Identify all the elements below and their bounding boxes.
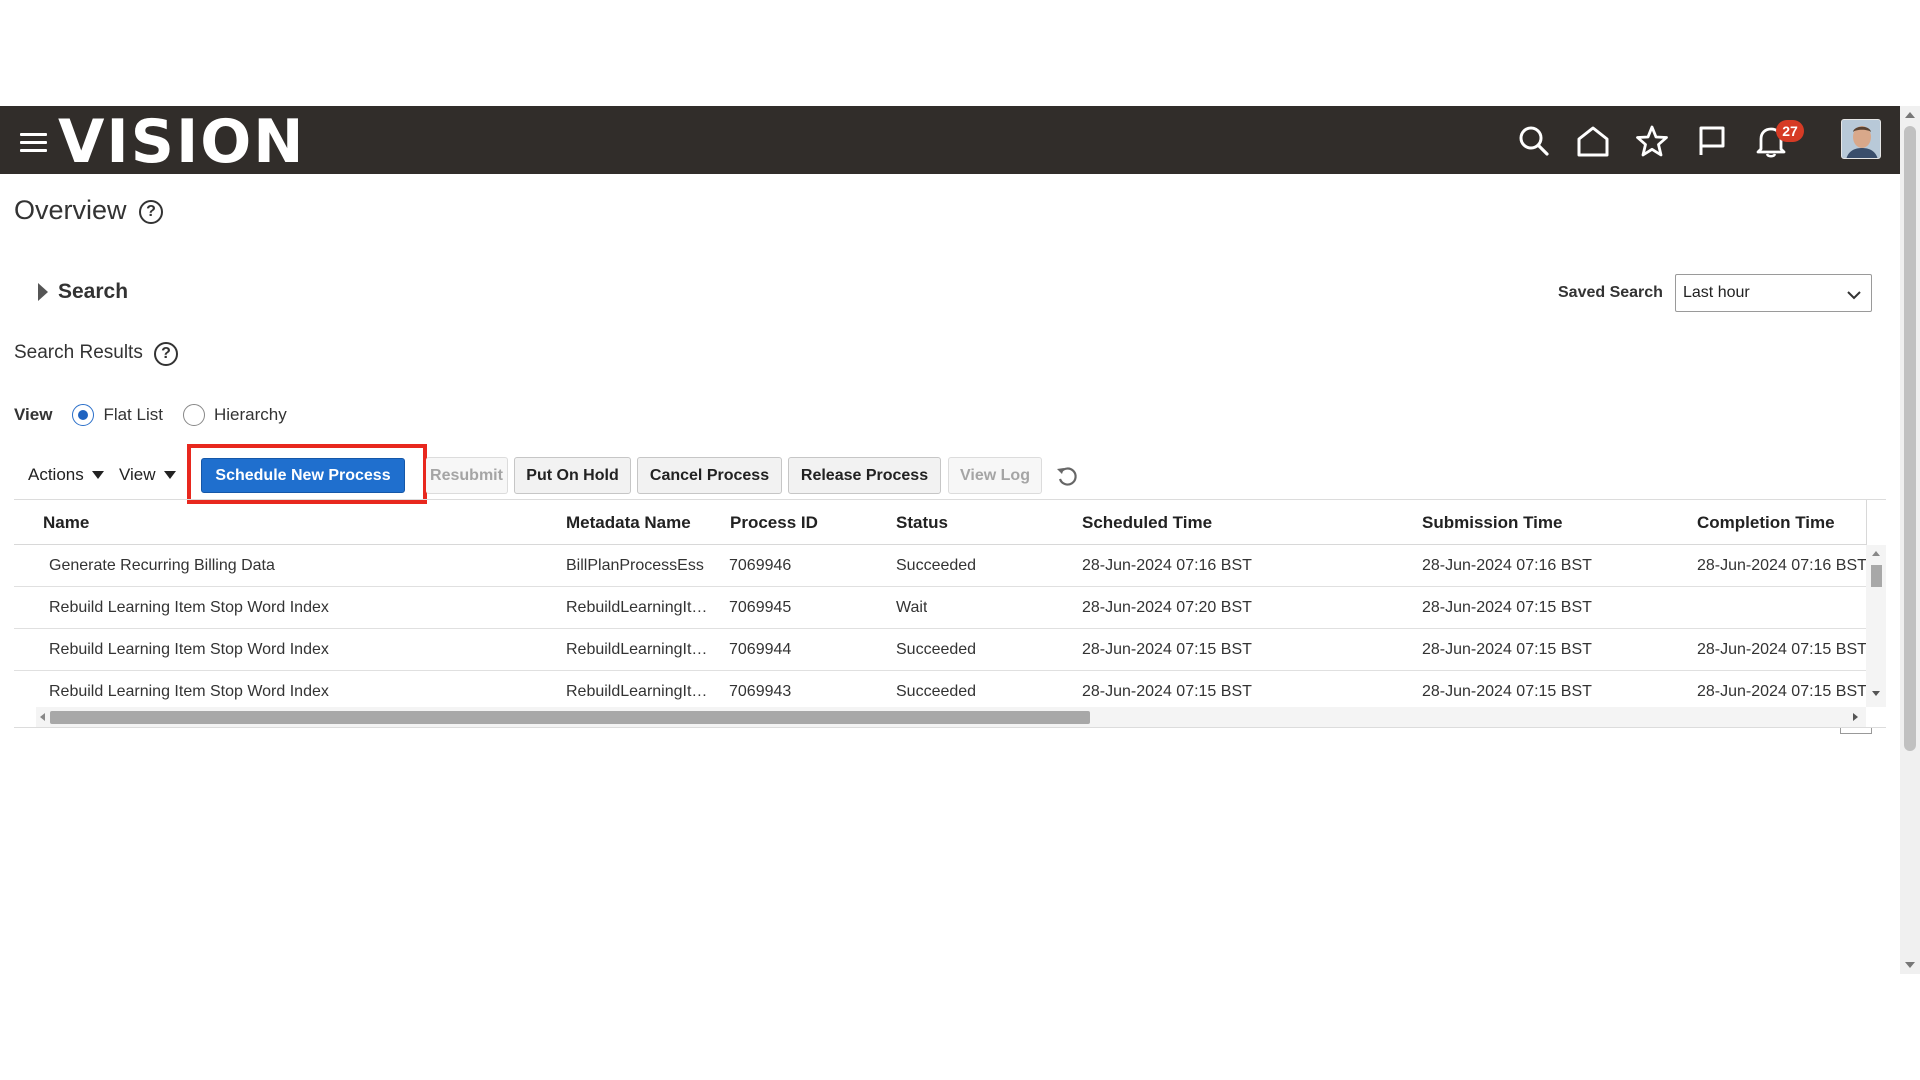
page-title: Overview (14, 195, 127, 225)
cell-completion-time: 28-Jun-2024 07:15 BST (1697, 641, 1866, 658)
scroll-left-arrow-icon[interactable] (40, 713, 45, 721)
cell-process-id: 7069943 (729, 683, 792, 700)
caret-down-icon (91, 471, 104, 479)
row-gutter-line (14, 628, 36, 629)
cell-scheduled-time: 28-Jun-2024 07:20 BST (1082, 599, 1252, 616)
cell-completion-time: 28-Jun-2024 07:16 BST (1697, 557, 1866, 574)
row-gutter-line (14, 670, 36, 671)
scroll-up-arrow-icon[interactable] (1872, 551, 1880, 556)
cell-completion-time: 28-Jun-2024 07:15 BST (1697, 683, 1866, 700)
table-hscroll-thumb[interactable] (50, 711, 1090, 724)
search-disclosure[interactable]: Search (38, 280, 128, 304)
cell-metadata-name: RebuildLearningIt… (566, 599, 708, 616)
saved-search-select[interactable]: Last hour (1675, 274, 1872, 312)
view-log-button[interactable]: View Log (948, 457, 1042, 494)
saved-search-value: Last hour (1683, 284, 1750, 301)
cell-status: Wait (896, 599, 928, 616)
cell-name: Rebuild Learning Item Stop Word Index (49, 599, 329, 616)
view-mode-label: View (14, 405, 53, 424)
table-row[interactable]: Generate Recurring Billing Data BillPlan… (36, 545, 1866, 587)
table-vertical-scrollbar[interactable] (1866, 545, 1886, 707)
cell-scheduled-time: 28-Jun-2024 07:16 BST (1082, 557, 1252, 574)
chevron-down-icon (1847, 287, 1861, 305)
results-table: Name Metadata Name Process ID Status Sch… (14, 499, 1886, 728)
top-blank-area (0, 0, 1920, 106)
cell-submission-time: 28-Jun-2024 07:16 BST (1422, 557, 1592, 574)
cell-name: Generate Recurring Billing Data (49, 557, 275, 574)
cell-process-id: 7069944 (729, 641, 792, 658)
column-header-metadata-name[interactable]: Metadata Name (566, 513, 691, 533)
resubmit-button[interactable]: Resubmit (426, 457, 508, 494)
view-menu-label: View (119, 465, 156, 484)
cell-submission-time: 28-Jun-2024 07:15 BST (1422, 599, 1592, 616)
cell-submission-time: 28-Jun-2024 07:15 BST (1422, 683, 1592, 700)
search-icon[interactable] (1516, 123, 1552, 159)
header-divider (1866, 500, 1867, 545)
global-header: VISION 27 (0, 106, 1900, 174)
cell-scheduled-time: 28-Jun-2024 07:15 BST (1082, 641, 1252, 658)
vision-logo[interactable]: VISION (58, 110, 306, 174)
table-row[interactable]: Rebuild Learning Item Stop Word Index Re… (36, 671, 1866, 707)
cell-process-id: 7069945 (729, 599, 792, 616)
scroll-right-arrow-icon[interactable] (1853, 713, 1858, 721)
flat-list-radio[interactable] (72, 404, 95, 426)
flag-icon[interactable] (1694, 123, 1730, 159)
menu-icon[interactable] (20, 133, 47, 153)
page-scrollbar-thumb[interactable] (1904, 126, 1916, 751)
table-row[interactable]: Rebuild Learning Item Stop Word Index Re… (36, 587, 1866, 629)
home-icon[interactable] (1575, 123, 1611, 159)
saved-search-label: Saved Search (1558, 284, 1663, 301)
caret-down-icon (163, 471, 176, 479)
search-section-label: Search (58, 280, 129, 303)
table-vscroll-thumb[interactable] (1871, 565, 1882, 587)
cell-submission-time: 28-Jun-2024 07:15 BST (1422, 641, 1592, 658)
column-header-submission-time[interactable]: Submission Time (1422, 513, 1562, 533)
hierarchy-radio[interactable] (182, 404, 205, 426)
cell-scheduled-time: 28-Jun-2024 07:15 BST (1082, 683, 1252, 700)
page-vertical-scrollbar[interactable] (1900, 106, 1920, 974)
user-avatar[interactable] (1841, 119, 1881, 159)
column-header-status[interactable]: Status (896, 513, 948, 533)
table-row[interactable]: Rebuild Learning Item Stop Word Index Re… (36, 629, 1866, 671)
cell-status: Succeeded (896, 683, 977, 700)
results-help-icon[interactable]: ? (154, 342, 178, 366)
column-header-completion-time[interactable]: Completion Time (1697, 513, 1835, 533)
table-corner-toggle-icon[interactable] (1840, 728, 1872, 734)
search-results-heading: Search Results (14, 342, 143, 363)
cancel-process-button[interactable]: Cancel Process (637, 457, 782, 494)
actions-menu-label: Actions (28, 465, 84, 484)
scroll-down-arrow-icon[interactable] (1872, 691, 1880, 696)
favorites-star-icon[interactable] (1634, 123, 1670, 159)
column-header-process-id[interactable]: Process ID (730, 513, 818, 533)
help-icon[interactable]: ? (139, 200, 163, 224)
scroll-down-arrow-icon[interactable] (1905, 962, 1915, 968)
hierarchy-label[interactable]: Hierarchy (214, 405, 287, 425)
cell-metadata-name: BillPlanProcessEss (566, 557, 704, 574)
notification-count-badge: 27 (1776, 120, 1804, 142)
row-gutter-line (14, 586, 36, 587)
cell-name: Rebuild Learning Item Stop Word Index (49, 641, 329, 658)
actions-menu[interactable]: Actions (28, 465, 104, 485)
view-mode-group: View Flat List Hierarchy (14, 404, 307, 426)
cell-metadata-name: RebuildLearningIt… (566, 683, 708, 700)
view-menu[interactable]: View (119, 465, 176, 485)
column-header-name[interactable]: Name (43, 513, 89, 533)
scroll-up-arrow-icon[interactable] (1905, 112, 1915, 118)
put-on-hold-button[interactable]: Put On Hold (514, 457, 631, 494)
expand-triangle-icon (38, 283, 48, 301)
release-process-button[interactable]: Release Process (788, 457, 941, 494)
cell-status: Succeeded (896, 641, 977, 658)
cell-process-id: 7069946 (729, 557, 792, 574)
table-header-row: Name Metadata Name Process ID Status Sch… (14, 500, 1866, 545)
refresh-icon[interactable] (1056, 466, 1078, 493)
flat-list-label[interactable]: Flat List (103, 405, 163, 425)
cell-name: Rebuild Learning Item Stop Word Index (49, 683, 329, 700)
table-horizontal-scrollbar[interactable] (36, 707, 1866, 727)
column-header-scheduled-time[interactable]: Scheduled Time (1082, 513, 1212, 533)
cell-metadata-name: RebuildLearningIt… (566, 641, 708, 658)
schedule-new-process-button[interactable]: Schedule New Process (201, 458, 405, 493)
cell-status: Succeeded (896, 557, 977, 574)
